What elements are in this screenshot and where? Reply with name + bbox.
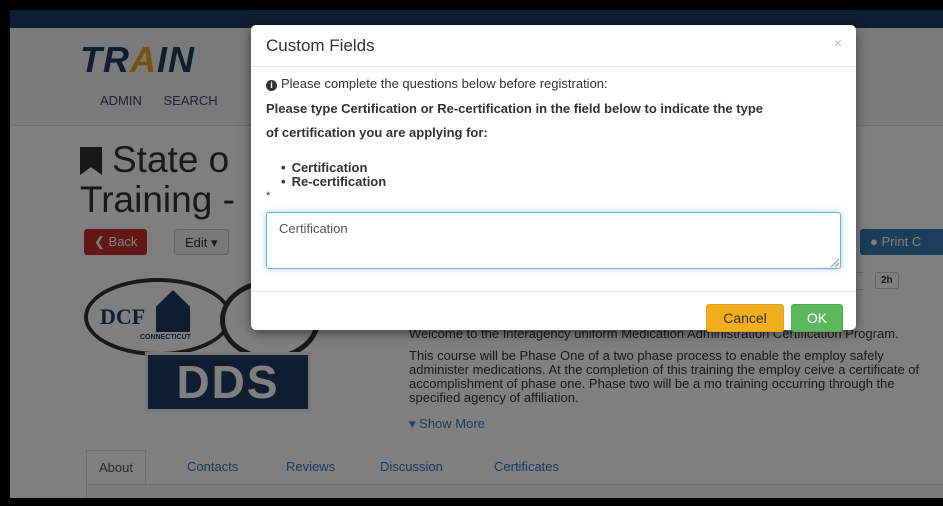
- cancel-button[interactable]: Cancel: [706, 304, 784, 332]
- custom-fields-modal: Custom Fields × i Please complete the que…: [251, 25, 856, 332]
- browser-viewport: TRAIN ADMIN SEARCH State o Training - st…: [10, 10, 943, 498]
- resize-handle-icon[interactable]: [831, 259, 839, 267]
- required-marker: *: [266, 190, 271, 202]
- list-item: Certification: [281, 161, 386, 175]
- close-icon[interactable]: ×: [834, 35, 842, 51]
- modal-title: Custom Fields: [266, 36, 375, 55]
- certification-type-field[interactable]: Certification: [266, 212, 841, 269]
- options-list: Certification Re-certification: [281, 161, 387, 189]
- modal-header: Custom Fields ×: [251, 25, 856, 67]
- modal-footer-divider: [251, 291, 856, 292]
- info-icon: i: [266, 80, 277, 91]
- ok-button[interactable]: OK: [791, 304, 843, 332]
- info-message: i Please complete the questions below bef…: [266, 76, 608, 91]
- list-item: Re-certification: [281, 175, 387, 189]
- question-text: Please type Certification or Re-certific…: [266, 101, 763, 140]
